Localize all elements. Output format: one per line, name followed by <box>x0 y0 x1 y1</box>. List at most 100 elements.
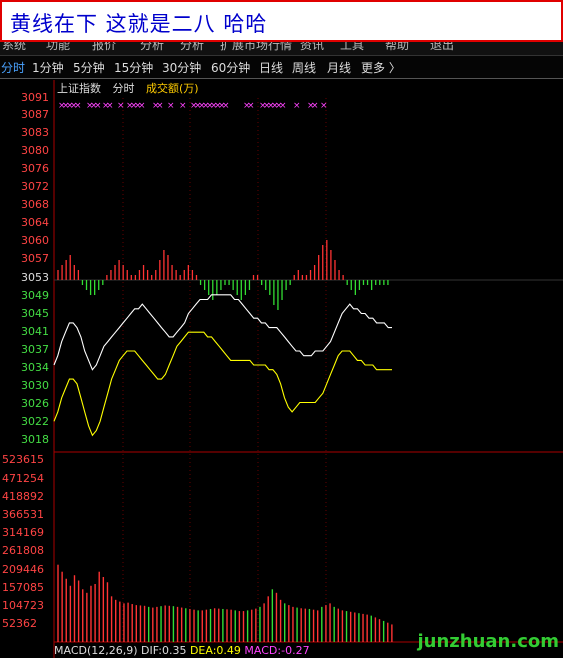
signal-marker: × <box>156 101 164 111</box>
menu-item[interactable]: 系统 <box>2 42 26 53</box>
price-tick: 3060 <box>21 234 49 247</box>
signal-marker: × <box>94 101 102 111</box>
signal-marker: × <box>210 101 218 111</box>
signal-marker: × <box>293 101 301 111</box>
price-tick: 3022 <box>21 415 49 428</box>
signal-marker: × <box>279 101 287 111</box>
index-name: 上证指数 <box>57 82 101 95</box>
tab-more[interactable]: 更多 〉 <box>361 59 401 76</box>
tab-15min[interactable]: 15分钟 <box>114 59 153 76</box>
signal-marker: × <box>194 101 202 111</box>
menu-item[interactable]: 资讯 <box>300 42 324 53</box>
menu-item[interactable]: 帮助 <box>385 42 409 53</box>
signal-marker: × <box>259 101 267 111</box>
post-title: 黄线在下 这就是二八 哈哈 <box>10 12 268 36</box>
signal-marker: × <box>218 101 226 111</box>
tab-60min[interactable]: 60分钟 <box>211 59 250 76</box>
menu-item[interactable]: 分析 <box>140 42 164 53</box>
signal-marker: × <box>214 101 222 111</box>
menu-item[interactable]: 扩展市场行情 <box>220 42 292 53</box>
signal-marker: × <box>320 101 328 111</box>
price-tick: 3049 <box>21 289 49 302</box>
price-tick: 3080 <box>21 144 49 157</box>
signal-marker: × <box>70 101 78 111</box>
signal-marker: × <box>152 101 160 111</box>
signal-marker: × <box>117 101 125 111</box>
price-line <box>53 294 392 371</box>
menu-item[interactable]: 分析 <box>180 42 204 53</box>
volume-tick: 157085 <box>2 581 44 594</box>
price-tick: 3045 <box>21 307 49 320</box>
menu-item[interactable]: 退出 <box>430 42 454 53</box>
price-tick: 3034 <box>21 361 49 374</box>
signal-marker: × <box>243 101 251 111</box>
menu-item[interactable]: 工具 <box>340 42 364 53</box>
dea-label: DEA: <box>189 644 217 657</box>
volume-tick: 471254 <box>2 472 44 485</box>
period-tabs: 分时 1分钟 5分钟 15分钟 30分钟 60分钟 日线 周线 月线 更多 〉 <box>0 56 563 79</box>
dif-label: DIF: <box>141 644 162 657</box>
signal-marker: × <box>66 101 74 111</box>
price-tick: 3064 <box>21 216 49 229</box>
macd-label: MACD: <box>244 644 282 657</box>
signal-marker: × <box>106 101 114 111</box>
macd-value: -0.27 <box>281 644 310 657</box>
chart-info-line: 上证指数 分时 成交额(万) <box>57 80 207 96</box>
menu-item[interactable]: 功能 <box>46 42 70 53</box>
signal-marker: × <box>190 101 198 111</box>
tab-daily[interactable]: 日线 <box>259 59 283 76</box>
dea-value: 0.49 <box>216 644 241 657</box>
signal-marker: × <box>222 101 230 111</box>
price-tick: 3057 <box>21 252 49 265</box>
volume-tick: 209446 <box>2 563 44 576</box>
signal-marker: × <box>206 101 214 111</box>
tab-5min[interactable]: 5分钟 <box>73 59 105 76</box>
signal-marker: × <box>179 101 187 111</box>
tab-30min[interactable]: 30分钟 <box>162 59 201 76</box>
signal-marker: × <box>198 101 206 111</box>
signal-marker: × <box>86 101 94 111</box>
dif-value: 0.35 <box>161 644 187 657</box>
price-tick: 3018 <box>21 433 49 446</box>
menu-strip: 系统 功能 报价 分析 分析 扩展市场行情 资讯 工具 帮助 退出 <box>0 42 563 56</box>
tab-weekly[interactable]: 周线 <box>292 59 316 76</box>
watermark: junzhuan.com <box>417 631 560 652</box>
title-bar: 黄线在下 这就是二八 哈哈 <box>0 0 563 42</box>
volume-tick: 366531 <box>2 508 44 521</box>
macd-params: MACD(12,26,9) <box>54 644 138 657</box>
volume-unit-label: 成交额(万) <box>146 82 199 95</box>
signal-marker: × <box>130 101 138 111</box>
signal-marker: × <box>271 101 279 111</box>
tab-intraday[interactable]: 分时 <box>1 59 25 76</box>
tab-1min[interactable]: 1分钟 <box>32 59 64 76</box>
signal-marker: × <box>90 101 98 111</box>
signal-marker: × <box>134 101 142 111</box>
volume-tick: 261808 <box>2 544 44 557</box>
price-tick: 3087 <box>21 108 49 121</box>
signal-marker: × <box>126 101 134 111</box>
intraday-chart: ××××× ××× ×× × ×××× ×× × × ××××××××× ×× ×××××× × ×× × <box>53 80 563 658</box>
price-tick: 3076 <box>21 162 49 175</box>
price-tick: 3037 <box>21 343 49 356</box>
signal-marker: × <box>202 101 210 111</box>
signal-marker: × <box>275 101 283 111</box>
signal-marker: × <box>247 101 255 111</box>
macd-readout: MACD(12,26,9) DIF:0.35 DEA:0.49 MACD:-0.… <box>54 644 310 657</box>
price-tick-base: 3053 <box>21 271 49 284</box>
signal-marker: × <box>267 101 275 111</box>
volume-tick: 523615 <box>2 453 44 466</box>
signal-marker: × <box>138 101 146 111</box>
price-tick: 3068 <box>21 198 49 211</box>
signal-marker: × <box>307 101 315 111</box>
menu-item[interactable]: 报价 <box>92 42 116 53</box>
tab-monthly[interactable]: 月线 <box>327 59 351 76</box>
price-tick: 3030 <box>21 379 49 392</box>
volume-tick: 418892 <box>2 490 44 503</box>
signal-marker: × <box>311 101 319 111</box>
volume-tick: 52362 <box>2 617 37 630</box>
average-price-line <box>53 331 392 437</box>
price-tick: 3083 <box>21 126 49 139</box>
signal-marker: × <box>167 101 175 111</box>
volume-tick: 104723 <box>2 599 44 612</box>
signal-marker: × <box>263 101 271 111</box>
